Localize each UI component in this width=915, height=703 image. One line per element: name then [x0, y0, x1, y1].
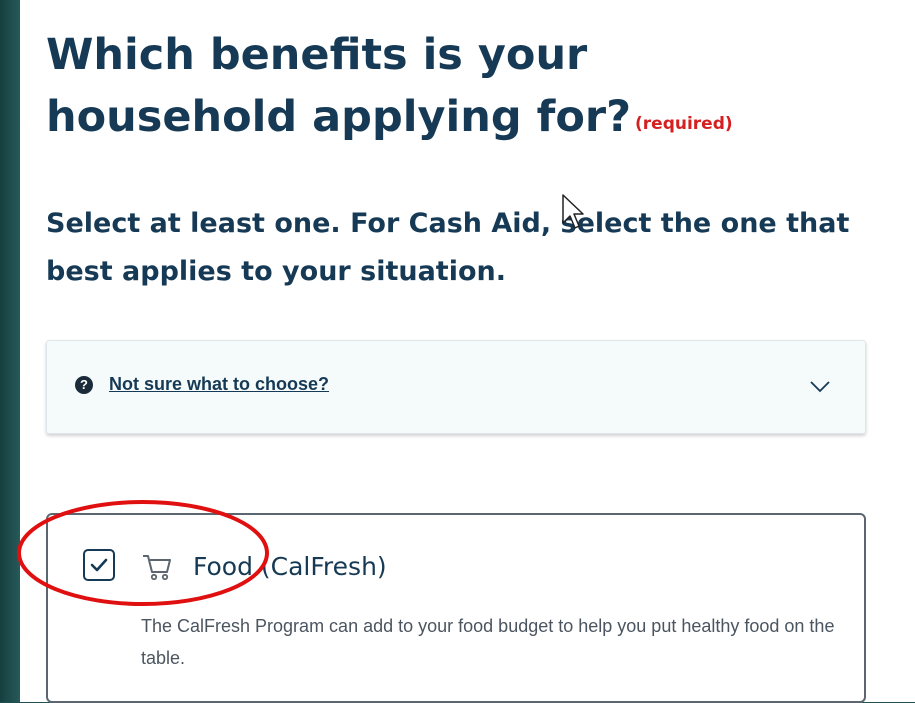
page-title-text: Which benefits is your household applyin… [46, 30, 632, 142]
chevron-down-icon[interactable] [809, 375, 831, 397]
page-title: Which benefits is your household applyin… [46, 24, 806, 151]
question-circle-icon: ? [75, 376, 93, 394]
cart-icon [143, 555, 171, 581]
checkmark-icon [90, 558, 108, 572]
food-checkbox[interactable] [83, 549, 115, 581]
help-link[interactable]: Not sure what to choose? [109, 374, 329, 395]
option-card-food[interactable]: Food (CalFresh) The CalFresh Program can… [46, 513, 866, 703]
option-label: Food (CalFresh) [193, 552, 387, 581]
help-accordion[interactable]: ? Not sure what to choose? [46, 340, 866, 434]
required-label: (required) [635, 113, 733, 134]
option-description: The CalFresh Program can add to your foo… [141, 616, 835, 668]
benefits-form-panel: Which benefits is your household applyin… [20, 0, 915, 703]
page-subtitle: Select at least one. For Cash Aid, selec… [46, 208, 850, 287]
